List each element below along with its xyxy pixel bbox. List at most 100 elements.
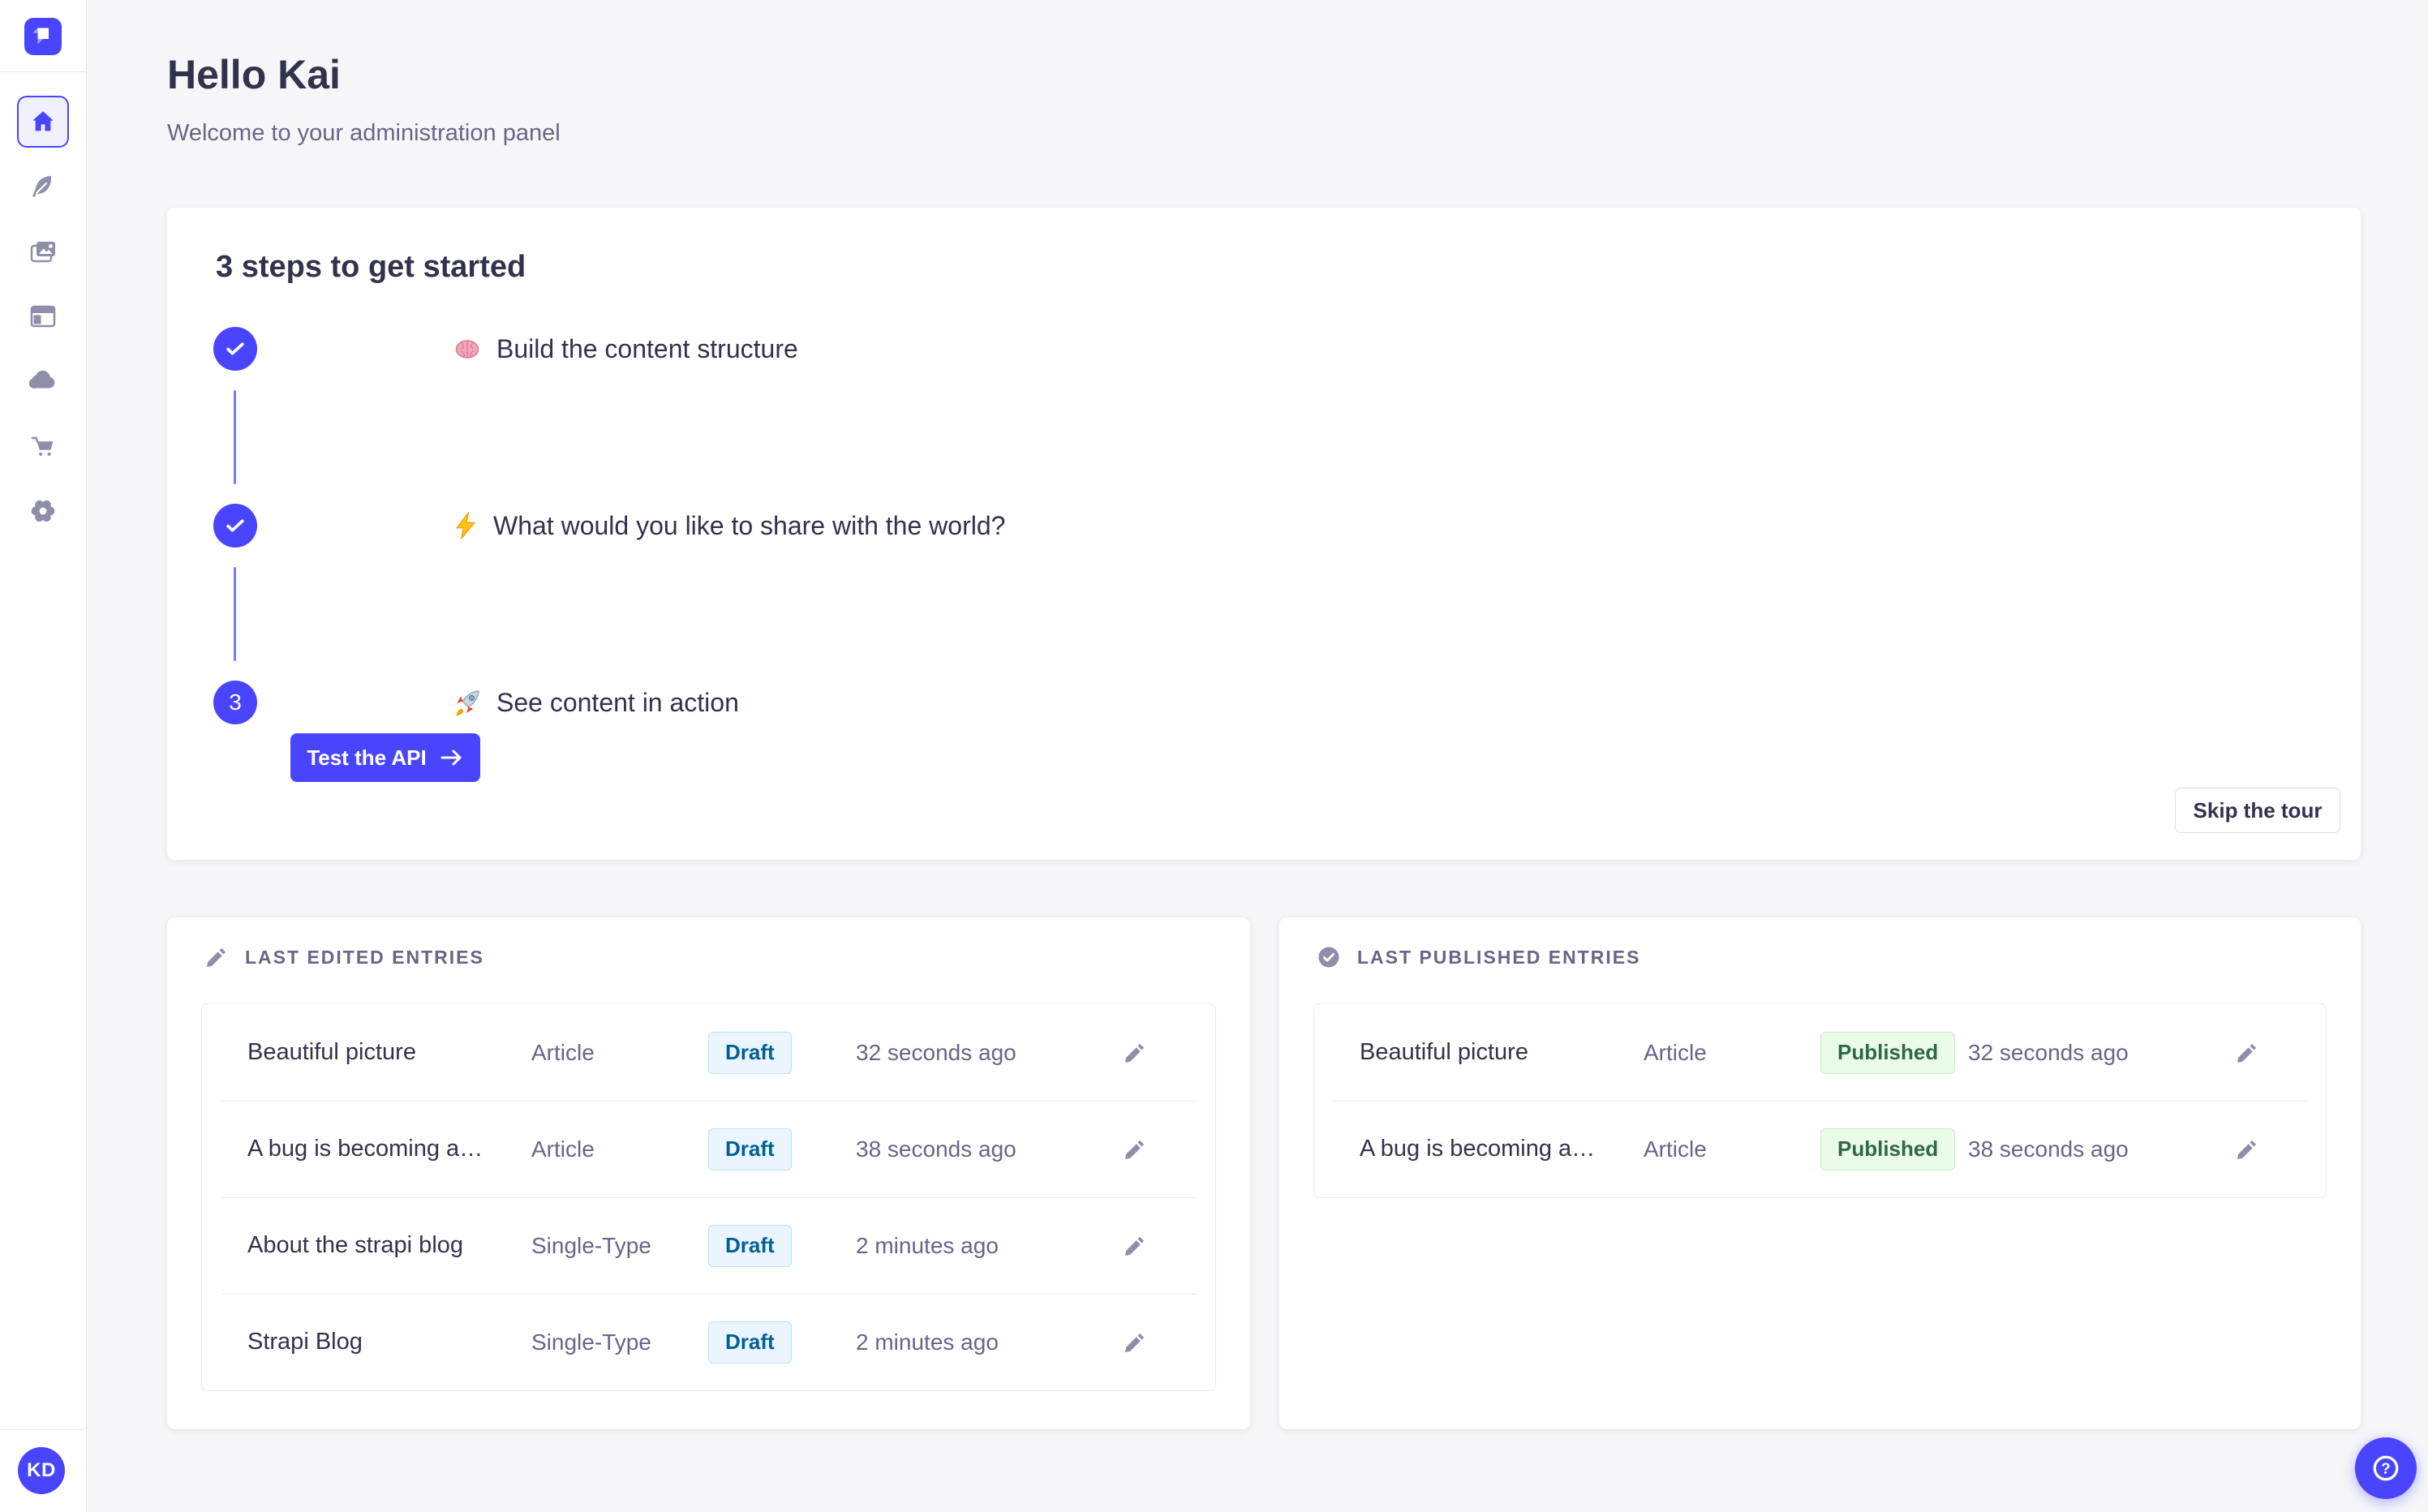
- entry-status-cell: Draft: [694, 1031, 856, 1074]
- cloud-icon: [28, 370, 55, 389]
- table-row: About the strapi blog Single-Type Draft …: [202, 1197, 1215, 1294]
- entry-published-time: 38 seconds ago: [1968, 1136, 2129, 1162]
- step-2-row: What would you like to share with the wo…: [451, 504, 1005, 548]
- question-circle-icon: ?: [2373, 1455, 2399, 1481]
- sidebar-divider: [0, 1429, 86, 1430]
- check-circle-icon: [1318, 947, 1339, 968]
- home-icon: [32, 111, 54, 131]
- sidebar-item-media-library[interactable]: [17, 226, 69, 277]
- sidebar-item-home[interactable]: [17, 96, 69, 148]
- edit-entry-button[interactable]: [2228, 1033, 2267, 1072]
- sidebar-item-content-type-builder[interactable]: [17, 290, 69, 342]
- status-badge: Published: [1820, 1031, 1956, 1074]
- sidebar: KD: [0, 0, 87, 1512]
- entry-updated-time: 32 seconds ago: [856, 1039, 1016, 1065]
- edit-entry-button[interactable]: [1115, 1033, 1154, 1072]
- last-edited-entries-caption: LAST EDITED ENTRIES: [204, 945, 484, 969]
- gear-icon: [31, 500, 55, 522]
- step-3-label: See content in action: [496, 687, 739, 717]
- status-badge: Draft: [708, 1321, 792, 1364]
- table-row: Strapi Blog Single-Type Draft 2 minutes …: [202, 1294, 1215, 1390]
- pencil-icon: [1125, 1140, 1145, 1159]
- page-title: Hello Kai: [167, 52, 341, 97]
- page-subtitle: Welcome to your administration panel: [167, 120, 561, 146]
- pencil-icon: [1125, 1236, 1145, 1256]
- test-the-api-button[interactable]: Test the API: [290, 733, 480, 782]
- table-row: Beautiful picture Article Published 32 s…: [1314, 1004, 2326, 1101]
- entry-title: A bug is becoming a…: [247, 1136, 483, 1162]
- pencil-icon: [207, 947, 226, 967]
- last-published-entries-table: Beautiful picture Article Published 32 s…: [1313, 1003, 2327, 1198]
- guided-tour-title: 3 steps to get started: [216, 250, 526, 284]
- pictures-icon: [30, 242, 55, 263]
- sidebar-item-content-manager[interactable]: [17, 161, 69, 213]
- entry-type: Article: [531, 1136, 595, 1162]
- last-edited-entries-title: LAST EDITED ENTRIES: [245, 946, 484, 968]
- edit-entry-button[interactable]: [1115, 1323, 1154, 1362]
- sidebar-divider: [0, 71, 86, 72]
- status-badge: Draft: [708, 1031, 792, 1074]
- entry-title: A bug is becoming a…: [1360, 1136, 1596, 1162]
- entry-updated-time: 38 seconds ago: [856, 1136, 1016, 1162]
- entry-title: Beautiful picture: [247, 1039, 416, 1065]
- status-badge: Draft: [708, 1128, 792, 1171]
- step-2-check-circle: [213, 504, 257, 548]
- last-published-entries-caption: LAST PUBLISHED ENTRIES: [1317, 945, 1640, 969]
- entry-status-cell: Draft: [694, 1321, 856, 1364]
- pencil-icon: [1125, 1333, 1145, 1352]
- feather-icon: [32, 175, 54, 197]
- check-icon: [226, 519, 244, 532]
- entry-status-cell: Published: [1806, 1031, 1968, 1074]
- layout-icon: [30, 305, 56, 328]
- edit-entry-button[interactable]: [2228, 1130, 2267, 1169]
- cart-icon: [31, 436, 54, 456]
- rocket-emoji-icon: [456, 690, 479, 716]
- arrow-right-icon: [440, 750, 462, 766]
- entry-title: Strapi Blog: [247, 1329, 363, 1355]
- step-3-row: See content in action: [451, 681, 739, 724]
- last-edited-entries-table: Beautiful picture Article Draft 32 secon…: [201, 1003, 1216, 1391]
- help-button[interactable]: ?: [2355, 1437, 2417, 1499]
- entry-type: Single-Type: [531, 1232, 651, 1258]
- pencil-icon: [1125, 1043, 1145, 1063]
- edit-entry-button[interactable]: [1115, 1226, 1154, 1265]
- step-1-row: Build the content structure: [451, 327, 798, 371]
- test-the-api-label: Test the API: [307, 745, 427, 770]
- step-1-label: Build the content structure: [496, 333, 798, 363]
- entry-updated-time: 2 minutes ago: [856, 1232, 999, 1258]
- entry-status-cell: Draft: [694, 1224, 856, 1267]
- entry-title: About the strapi blog: [247, 1232, 464, 1258]
- pencil-icon: [2237, 1140, 2257, 1159]
- check-icon: [226, 342, 244, 355]
- entry-type: Article: [531, 1039, 595, 1065]
- edit-entry-button[interactable]: [1115, 1130, 1154, 1169]
- step-1-check-circle: [213, 327, 257, 371]
- table-row: Beautiful picture Article Draft 32 secon…: [202, 1004, 1215, 1101]
- zap-emoji-icon: [455, 512, 476, 539]
- strapi-logo: [24, 18, 62, 55]
- entry-status-cell: Published: [1806, 1128, 1968, 1171]
- svg-text:?: ?: [2381, 1460, 2390, 1477]
- last-published-entries-card: LAST PUBLISHED ENTRIES Beautiful picture…: [1279, 917, 2361, 1429]
- entry-status-cell: Draft: [694, 1128, 856, 1171]
- step-connector: [234, 567, 236, 661]
- entry-title: Beautiful picture: [1360, 1039, 1528, 1065]
- entry-type: Article: [1644, 1039, 1707, 1065]
- sidebar-item-settings[interactable]: [17, 485, 69, 537]
- step-2-label: What would you like to share with the wo…: [493, 510, 1006, 540]
- brain-emoji-icon: [455, 340, 479, 359]
- table-row: A bug is becoming a… Article Published 3…: [1314, 1101, 2326, 1197]
- status-badge: Draft: [708, 1224, 792, 1267]
- sidebar-item-cloud[interactable]: [17, 355, 69, 407]
- last-published-entries-title: LAST PUBLISHED ENTRIES: [1357, 946, 1641, 968]
- pencil-icon: [2237, 1043, 2257, 1063]
- step-3-number-circle: 3: [213, 681, 257, 724]
- guided-tour-card: 3 steps to get started 3 Build the conte…: [167, 208, 2361, 860]
- strapi-logo-glyph: [32, 28, 49, 45]
- entry-type: Single-Type: [531, 1329, 651, 1355]
- last-edited-entries-card: LAST EDITED ENTRIES Beautiful picture Ar…: [167, 917, 1250, 1429]
- sidebar-item-marketplace[interactable]: [17, 420, 69, 472]
- step-connector: [234, 390, 236, 484]
- skip-the-tour-button[interactable]: Skip the tour: [2175, 788, 2340, 833]
- user-avatar[interactable]: KD: [18, 1447, 65, 1494]
